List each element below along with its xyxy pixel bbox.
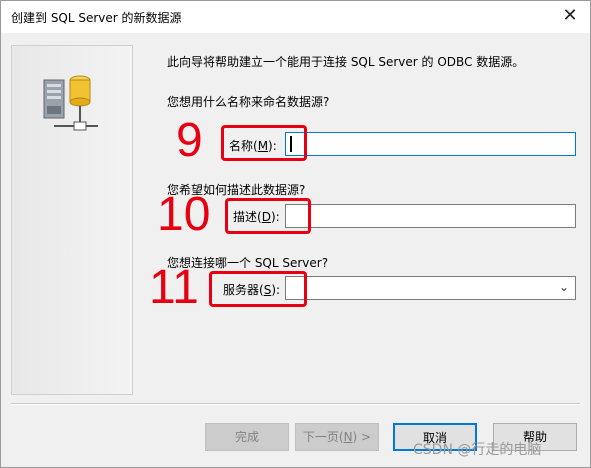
close-icon[interactable]: ✕ bbox=[558, 5, 582, 29]
server-database-icon bbox=[43, 75, 98, 131]
intro-text: 此向导将帮助建立一个能用于连接 SQL Server 的 ODBC 数据源。 bbox=[167, 55, 525, 69]
annotation-number-10: 10 bbox=[157, 188, 211, 241]
finish-button[interactable]: 完成 bbox=[205, 423, 289, 451]
description-input[interactable] bbox=[285, 204, 576, 228]
name-question: 您想用什么名称来命名数据源? bbox=[167, 95, 330, 109]
annotation-box-10 bbox=[225, 198, 311, 234]
footer-divider bbox=[11, 403, 580, 405]
window-title: 创建到 SQL Server 的新数据源 bbox=[11, 11, 182, 25]
server-combobox[interactable]: ⌄ bbox=[285, 276, 576, 300]
watermark-text: CSDN @行走的电脑 bbox=[413, 442, 542, 458]
title-bar: 创建到 SQL Server 的新数据源 ✕ bbox=[1, 1, 590, 33]
annotation-number-11: 11 bbox=[149, 261, 199, 314]
annotation-number-9: 9 bbox=[176, 114, 203, 167]
annotation-box-11 bbox=[209, 271, 307, 307]
next-button[interactable]: 下一页(N) > bbox=[295, 423, 379, 451]
wizard-illustration bbox=[11, 45, 133, 395]
dialog-window: 创建到 SQL Server 的新数据源 ✕ 此向导将帮助建立一个能用于连接 S… bbox=[0, 0, 591, 468]
annotation-box-9 bbox=[221, 125, 307, 161]
name-input[interactable] bbox=[285, 132, 576, 156]
chevron-down-icon[interactable]: ⌄ bbox=[559, 280, 569, 294]
